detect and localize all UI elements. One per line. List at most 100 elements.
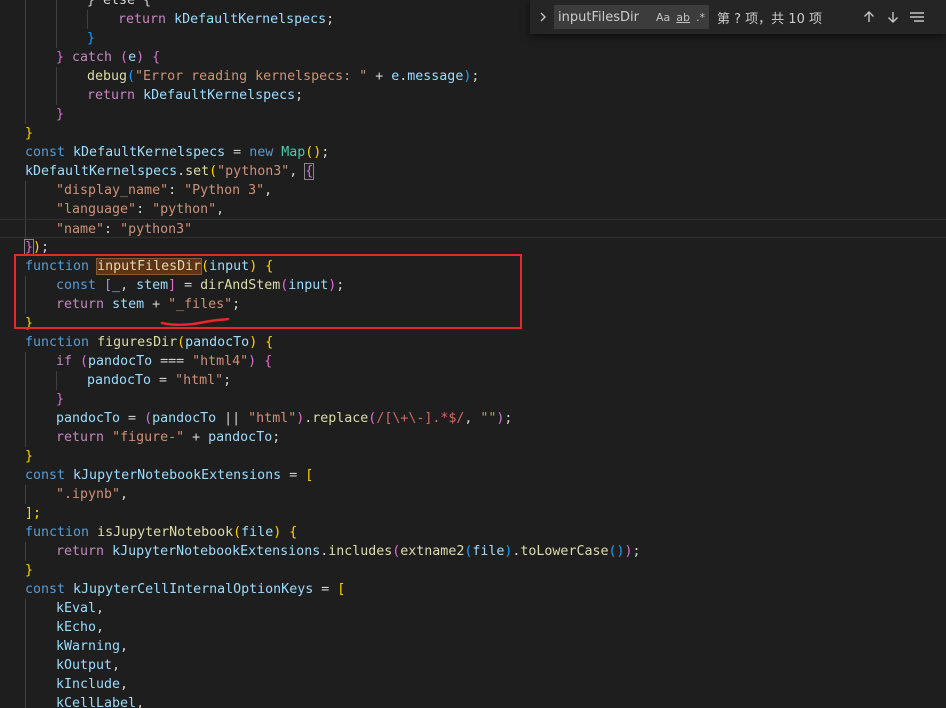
code-token: figuresDir: [97, 335, 178, 350]
code-token: pandocTo: [88, 354, 153, 369]
code-token: file: [472, 544, 505, 559]
code-token: pandocTo: [152, 411, 217, 426]
code-token: return: [87, 88, 136, 103]
code-token: file: [241, 525, 274, 540]
code-token: replace: [312, 411, 369, 426]
code-token: const: [25, 145, 66, 160]
toggle-replace-button[interactable]: [534, 0, 552, 34]
match-whole-word-toggle[interactable]: ab: [674, 7, 692, 27]
code-line: kWarning,: [0, 637, 946, 656]
code-token: } else {: [87, 0, 152, 8]
code-token: kOutput: [56, 658, 113, 673]
code-token: const: [25, 468, 66, 483]
code-token: "python3": [120, 222, 193, 237]
find-input[interactable]: [554, 6, 654, 28]
code-token: }: [56, 392, 65, 407]
code-token: new: [249, 145, 274, 160]
code-line: kInclude,: [0, 675, 946, 694]
code-line: }: [0, 105, 946, 124]
code-line: }: [0, 561, 946, 580]
code-token: "name": [56, 222, 105, 237]
code-line: }: [0, 124, 946, 143]
code-token: }: [56, 107, 65, 122]
code-token: ];: [25, 506, 42, 521]
code-token: if: [56, 354, 73, 369]
arrow-down-icon: [888, 12, 898, 23]
code-token: "language": [56, 202, 137, 217]
code-token: includes: [328, 544, 393, 559]
chevron-right-icon: [540, 12, 546, 22]
code-line: "display_name": "Python 3",: [0, 181, 946, 200]
code-token: "Error reading kernelspecs: ": [135, 69, 368, 84]
code-token: }: [25, 449, 34, 464]
code-line: if (pandocTo === "html4") {: [0, 352, 946, 371]
code-token: const: [25, 582, 66, 597]
code-token: "python": [152, 202, 217, 217]
code-token: kEcho: [56, 620, 97, 635]
code-token: kJupyterNotebookExtensions: [112, 544, 321, 559]
code-token: +: [367, 69, 392, 84]
code-token: kCellLabel: [56, 696, 137, 708]
use-regex-toggle[interactable]: .*: [694, 7, 707, 27]
code-token: toLowerCase: [520, 544, 609, 559]
code-line: ".ipynb",: [0, 485, 946, 504]
code-token: return: [56, 430, 105, 445]
code-token: debug: [87, 69, 128, 84]
code-token: "display_name": [56, 183, 169, 198]
code-area[interactable]: } else { return kDefaultKernelspecs; } }…: [0, 0, 946, 708]
find-in-selection-button[interactable]: [905, 5, 929, 29]
next-match-button[interactable]: [881, 5, 905, 29]
code-token: "figure-": [112, 430, 185, 445]
code-line: "language": "python",: [0, 200, 946, 219]
arrow-up-icon: [864, 11, 874, 22]
find-input-box[interactable]: Aa ab .*: [554, 5, 709, 29]
code-token: kDefaultKernelspecs: [25, 164, 178, 179]
code-token: "html4": [192, 354, 249, 369]
code-line: pandocTo = "html";: [0, 371, 946, 390]
code-line: ];: [0, 504, 946, 523]
code-token: isJupyterNotebook: [97, 525, 234, 540]
code-token: "html": [248, 411, 297, 426]
code-line: kEval,: [0, 599, 946, 618]
code-token: kDefaultKernelspecs: [143, 88, 296, 103]
code-line: }: [0, 447, 946, 466]
code-token: e: [128, 50, 137, 65]
code-line: pandocTo = (pandocTo || "html").replace(…: [0, 409, 946, 428]
code-token: Map: [281, 145, 306, 160]
code-token: (: [112, 50, 129, 65]
code-line: kEcho,: [0, 618, 946, 637]
code-editor[interactable]: } else { return kDefaultKernelspecs; } }…: [0, 0, 946, 708]
code-token: }: [56, 50, 73, 65]
code-token: "Python 3": [184, 183, 265, 198]
previous-match-button[interactable]: [857, 5, 881, 29]
code-token: ===: [152, 354, 193, 369]
code-line: } catch (e) {: [0, 48, 946, 67]
annotation-underline: [160, 317, 230, 327]
code-token: kJupyterCellInternalOptionKeys: [73, 582, 314, 597]
code-token: set: [185, 164, 210, 179]
match-case-toggle[interactable]: Aa: [654, 7, 672, 27]
code-token: }: [87, 31, 96, 46]
code-line: kDefaultKernelspecs.set("python3", {: [25, 163, 315, 180]
code-token: kWarning: [56, 639, 121, 654]
code-token: return: [118, 12, 167, 27]
code-line: const kDefaultKernelspecs = new Map();: [25, 145, 330, 160]
code-token: ".ipynb": [56, 487, 121, 502]
code-token: kInclude: [56, 677, 121, 692]
code-line: function isJupyterNotebook(file) {: [25, 525, 298, 540]
code-token: catch: [72, 50, 113, 65]
code-token: }: [25, 126, 34, 141]
code-token: function: [25, 335, 90, 350]
code-token: kDefaultKernelspecs: [73, 145, 226, 160]
code-token: pandocTo: [56, 411, 121, 426]
code-line: "name": "python3": [0, 219, 946, 239]
code-token: "python3": [217, 164, 290, 179]
code-token: message: [407, 69, 464, 84]
code-line: return kJupyterNotebookExtensions.includ…: [0, 542, 946, 561]
code-token: ) {: [136, 50, 161, 65]
code-token: pandocTo: [185, 335, 250, 350]
code-token: /[\+\-].*$/: [376, 411, 465, 426]
code-line: function figuresDir(pandocTo) {: [25, 335, 274, 350]
code-token: kJupyterNotebookExtensions: [73, 468, 282, 483]
code-token: kEval: [56, 601, 97, 616]
